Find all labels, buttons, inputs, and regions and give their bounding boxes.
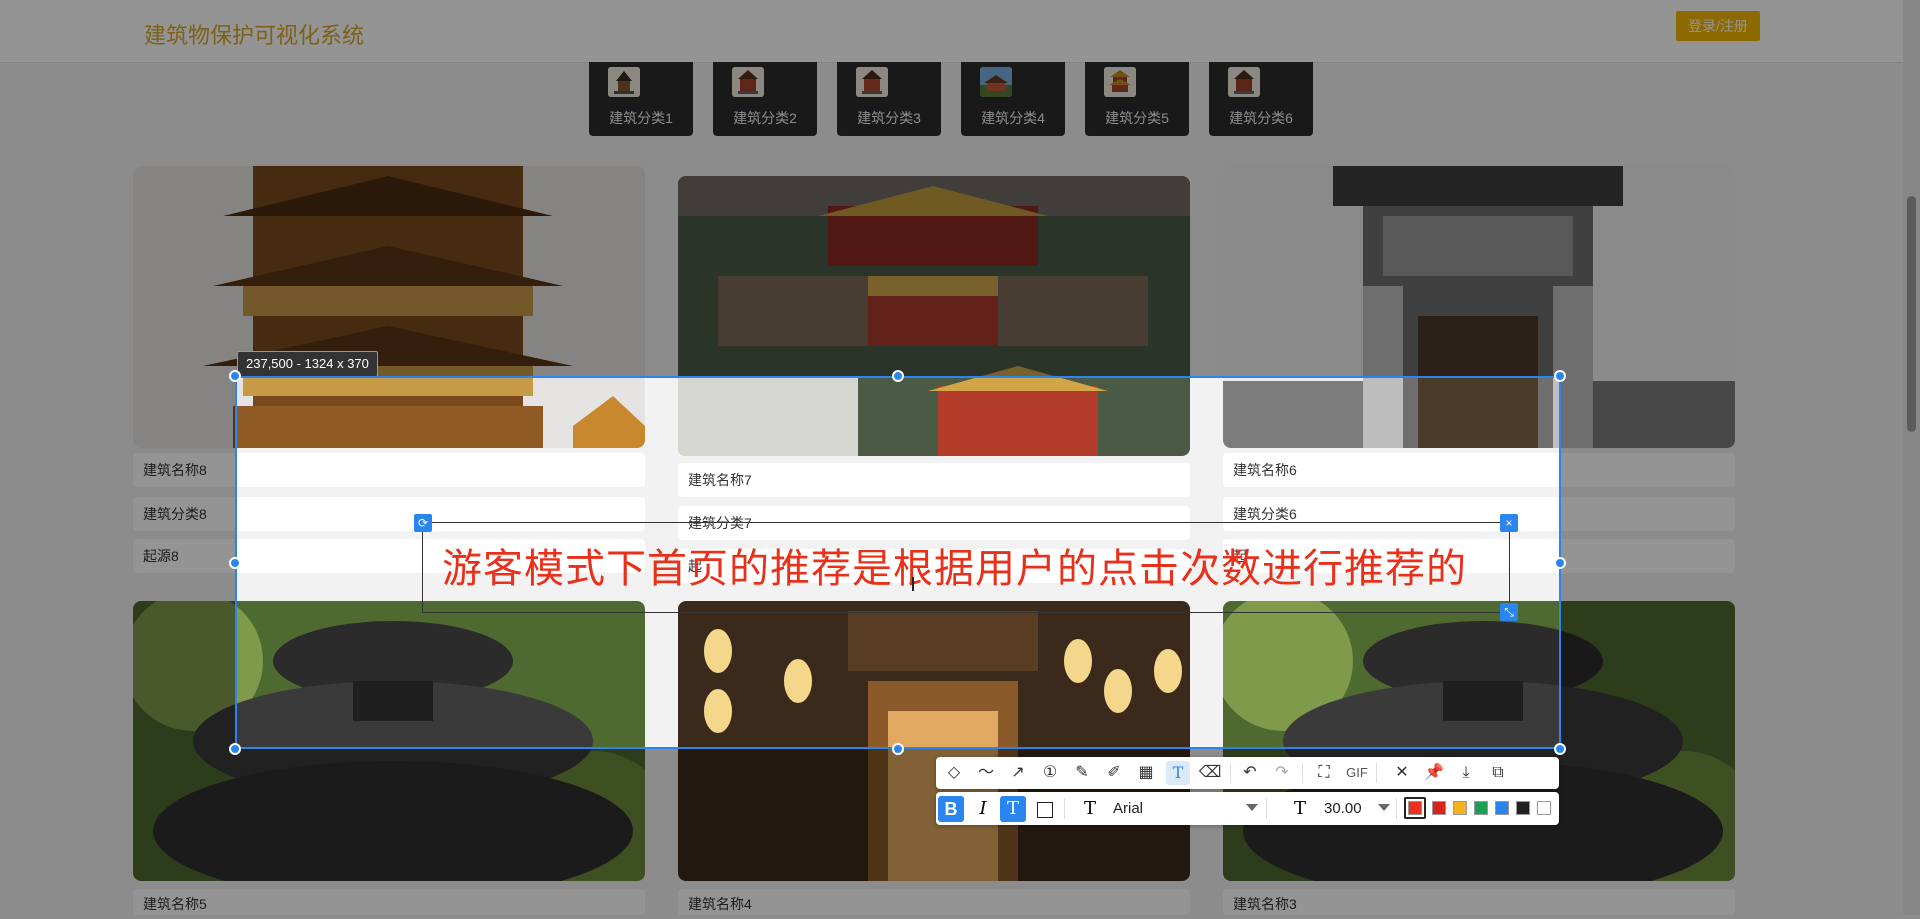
close-icon[interactable]: × <box>1500 514 1518 532</box>
capture-size-readout: 237,500 - 1324 x 370 <box>237 351 378 377</box>
ocr-icon[interactable]: ⛶ <box>1312 761 1336 785</box>
color-swatch-green[interactable] <box>1474 801 1488 815</box>
color-swatch-yellow[interactable] <box>1453 801 1467 815</box>
font-family-icon: T <box>1084 798 1097 819</box>
number-marker-icon[interactable]: ① <box>1038 761 1062 785</box>
chevron-down-icon[interactable] <box>1246 804 1258 811</box>
selection-handle-right[interactable] <box>1554 557 1566 569</box>
pin-icon[interactable]: 📌 <box>1422 761 1446 785</box>
text-outline-icon[interactable]: T <box>1000 796 1026 822</box>
selection-handle-bottom-right[interactable] <box>1554 743 1566 755</box>
color-swatch-red-selected[interactable] <box>1408 801 1422 815</box>
color-swatch-black[interactable] <box>1516 801 1530 815</box>
toolbar-divider <box>1064 798 1065 819</box>
toolbar-divider <box>1302 763 1303 783</box>
arrow-icon[interactable]: ↗ <box>1006 761 1030 785</box>
mosaic-icon[interactable]: ▦ <box>1134 761 1158 785</box>
gif-icon[interactable]: GIF <box>1342 761 1372 785</box>
font-family-select[interactable]: Arial <box>1113 792 1143 825</box>
toolbar-divider <box>1376 763 1377 783</box>
text-annotation[interactable]: 游客模式下首页的推荐是根据用户的点击次数进行推荐的 <box>442 536 1467 594</box>
undo-icon[interactable]: ↶ <box>1238 761 1262 785</box>
font-size-icon: T <box>1294 798 1307 819</box>
toolbar-divider <box>1230 763 1231 783</box>
close-icon[interactable]: ✕ <box>1390 761 1414 785</box>
selection-handle-top[interactable] <box>892 370 904 382</box>
toolbar-divider <box>1266 798 1267 819</box>
color-swatch-blue[interactable] <box>1495 801 1509 815</box>
text-cursor-icon <box>912 577 914 591</box>
selection-handle-bottom-left[interactable] <box>229 743 241 755</box>
italic-icon[interactable]: I <box>970 796 996 822</box>
font-size-input[interactable]: 30.00 <box>1324 792 1362 825</box>
capture-toolbar: ◇ 〜 ↗ ① ✎ ✐ ▦ T ⌫ ↶ ↷ ⛶ GIF ✕ 📌 ⤓ ⧉ <box>936 757 1559 789</box>
curve-icon[interactable]: 〜 <box>974 761 998 785</box>
text-style-toolbar: B I T T Arial T 30.00 <box>936 792 1559 825</box>
selection-handle-bottom[interactable] <box>892 743 904 755</box>
download-icon[interactable]: ⤓ <box>1454 761 1478 785</box>
rotate-icon[interactable]: ⟳ <box>414 514 432 532</box>
resize-icon[interactable]: ⤡ <box>1500 603 1518 621</box>
selection-handle-left[interactable] <box>229 557 241 569</box>
selection-handle-top-right[interactable] <box>1554 370 1566 382</box>
copy-icon[interactable]: ⧉ <box>1486 761 1510 785</box>
shape-icon[interactable]: ◇ <box>942 761 966 785</box>
chevron-down-icon[interactable] <box>1378 804 1390 811</box>
toolbar-divider <box>1396 798 1397 819</box>
color-swatch-crimson[interactable] <box>1432 801 1446 815</box>
highlighter-icon[interactable]: ✐ <box>1102 761 1126 785</box>
redo-icon[interactable]: ↷ <box>1270 761 1294 785</box>
color-swatch-white[interactable] <box>1537 801 1551 815</box>
selection-handle-top-left[interactable] <box>229 370 241 382</box>
text-background-icon[interactable] <box>1032 796 1058 822</box>
bold-icon[interactable]: B <box>938 796 964 822</box>
eraser-icon[interactable]: ⌫ <box>1198 761 1222 785</box>
pen-icon[interactable]: ✎ <box>1070 761 1094 785</box>
text-icon[interactable]: T <box>1166 761 1190 785</box>
